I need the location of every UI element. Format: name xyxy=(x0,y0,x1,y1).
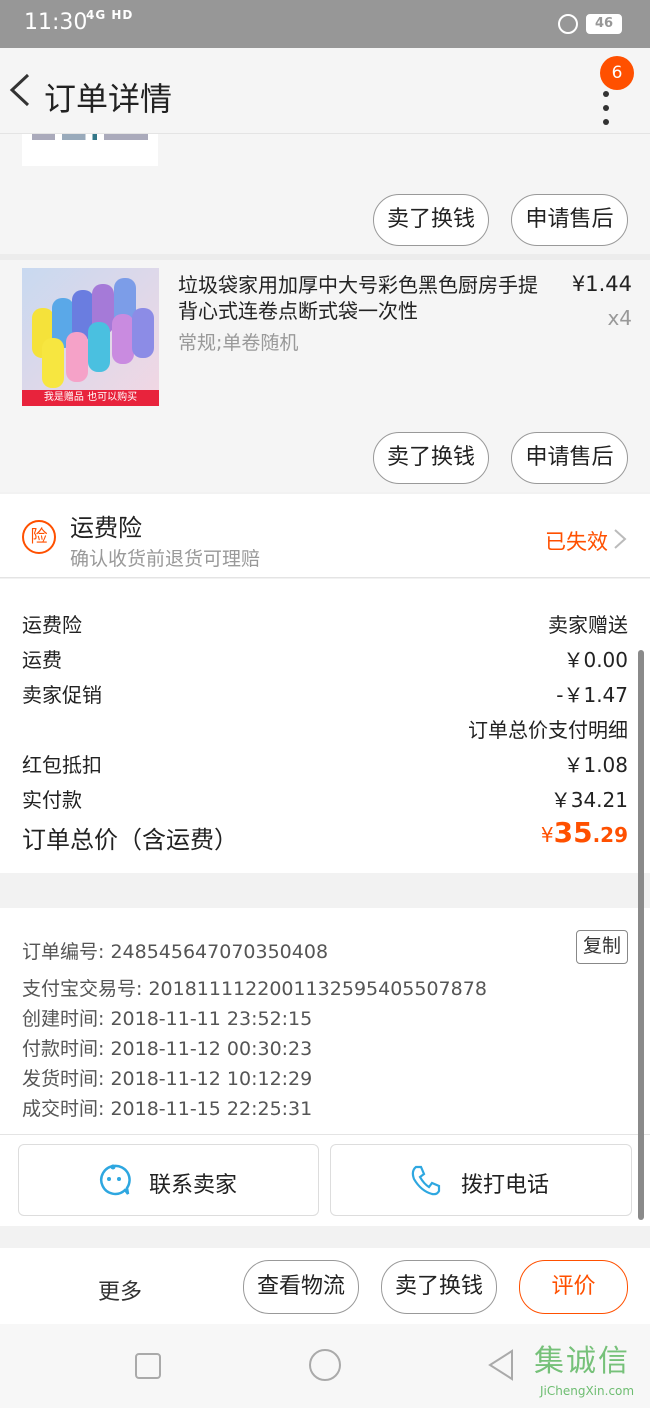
back-arrow-icon[interactable] xyxy=(8,72,32,108)
total-decimal: .29 xyxy=(592,823,628,847)
home-icon[interactable] xyxy=(308,1348,342,1382)
chevron-right-icon xyxy=(614,529,627,549)
scrollbar[interactable] xyxy=(638,650,644,1220)
product-spec: 常规;单卷随机 xyxy=(178,332,299,354)
total-integer: 35 xyxy=(553,816,593,849)
summary-value-promo: -￥1.47 xyxy=(556,683,628,707)
order-total-value: ¥35.29 xyxy=(541,816,628,849)
summary-label-shipping: 运费 xyxy=(22,648,62,672)
watermark-logo: 集诚信 xyxy=(534,1344,630,1379)
insurance-status: 已失效 xyxy=(545,530,608,554)
chat-bubble-icon xyxy=(100,1164,131,1196)
summary-value-insurance: 卖家赠送 xyxy=(548,613,628,637)
order-total-label: 订单总价（含运费） xyxy=(22,826,238,854)
sell-for-cash-button-bottom[interactable]: 卖了换钱 xyxy=(381,1260,497,1314)
watermark-text: JiChengXin.com xyxy=(540,1384,635,1398)
request-aftersale-button-2[interactable]: 申请售后 xyxy=(511,432,628,484)
total-currency: ¥ xyxy=(540,823,554,847)
summary-label-promo: 卖家促销 xyxy=(22,683,102,707)
product-price: ¥1.44 xyxy=(571,272,632,296)
system-nav-bar: 集诚信 JiChengXin.com xyxy=(0,1324,650,1408)
payment-detail-link[interactable]: 订单总价支付明细 xyxy=(468,714,628,743)
sell-for-cash-button-2[interactable]: 卖了换钱 xyxy=(373,432,489,484)
order-number: 订单编号: 248545647070350408 xyxy=(22,941,329,963)
request-aftersale-button[interactable]: 申请售后 xyxy=(511,194,628,246)
created-time: 创建时间: 2018-11-11 23:52:15 xyxy=(22,1008,313,1030)
nav-bar: 订单详情 6 xyxy=(0,48,650,134)
status-bar: 11:30 4G HD 46 xyxy=(0,0,650,48)
alipay-trade-number: 支付宝交易号: 2018111122001132595405507878 xyxy=(22,978,487,1000)
shipped-time: 发货时间: 2018-11-12 10:12:29 xyxy=(22,1068,313,1090)
bottom-action-bar: 更多 查看物流 卖了换钱 评价 xyxy=(0,1248,650,1324)
summary-value-shipping: ￥0.00 xyxy=(563,648,628,672)
summary-value-redpacket: ￥1.08 xyxy=(563,753,628,777)
paid-time: 付款时间: 2018-11-12 00:30:23 xyxy=(22,1038,313,1060)
product-thumbnail[interactable] xyxy=(22,134,158,166)
view-logistics-button[interactable]: 查看物流 xyxy=(243,1260,359,1314)
call-phone-button[interactable]: 拨打电话 xyxy=(330,1144,632,1216)
product-image[interactable]: 我是赠品 也可以购买 xyxy=(22,268,159,406)
status-time: 11:30 xyxy=(24,10,88,35)
summary-label-redpacket: 红包抵扣 xyxy=(22,753,102,777)
insurance-title: 运费险 xyxy=(70,514,142,542)
order-item-1: 卖了换钱 申请售后 xyxy=(0,134,650,254)
phone-icon xyxy=(411,1165,441,1196)
call-phone-label: 拨打电话 xyxy=(461,1173,550,1198)
contact-seller-button[interactable]: 联系卖家 xyxy=(18,1144,319,1216)
sell-for-cash-button[interactable]: 卖了换钱 xyxy=(373,194,489,246)
summary-value-paid: ￥34.21 xyxy=(550,788,628,812)
more-actions-link[interactable]: 更多 xyxy=(98,1274,142,1306)
page-title: 订单详情 xyxy=(44,80,173,118)
recent-apps-icon[interactable] xyxy=(134,1352,162,1380)
insurance-icon: 险 xyxy=(22,520,56,554)
product-title[interactable]: 垃圾袋家用加厚中大号彩色黑色厨房手提背心式连卷点断式袋一次性 xyxy=(178,272,538,324)
copy-order-number-button[interactable]: 复制 xyxy=(576,930,628,964)
completed-time: 成交时间: 2018-11-15 22:25:31 xyxy=(22,1098,313,1120)
contact-seller-label: 联系卖家 xyxy=(149,1173,238,1198)
insurance-subtitle: 确认收货前退货可理赔 xyxy=(70,548,261,570)
summary-label-paid: 实付款 xyxy=(22,788,82,812)
more-menu-icon[interactable] xyxy=(596,88,616,128)
summary-label-insurance: 运费险 xyxy=(22,613,82,637)
back-triangle-icon[interactable] xyxy=(486,1348,516,1382)
lock-icon xyxy=(558,14,578,34)
network-indicator: 4G HD xyxy=(86,8,134,22)
promo-strip: 我是赠品 也可以购买 xyxy=(22,390,159,406)
review-button[interactable]: 评价 xyxy=(519,1260,628,1314)
battery-icon: 46 xyxy=(586,14,622,34)
product-quantity: x4 xyxy=(607,306,632,330)
notification-badge: 6 xyxy=(600,56,634,90)
